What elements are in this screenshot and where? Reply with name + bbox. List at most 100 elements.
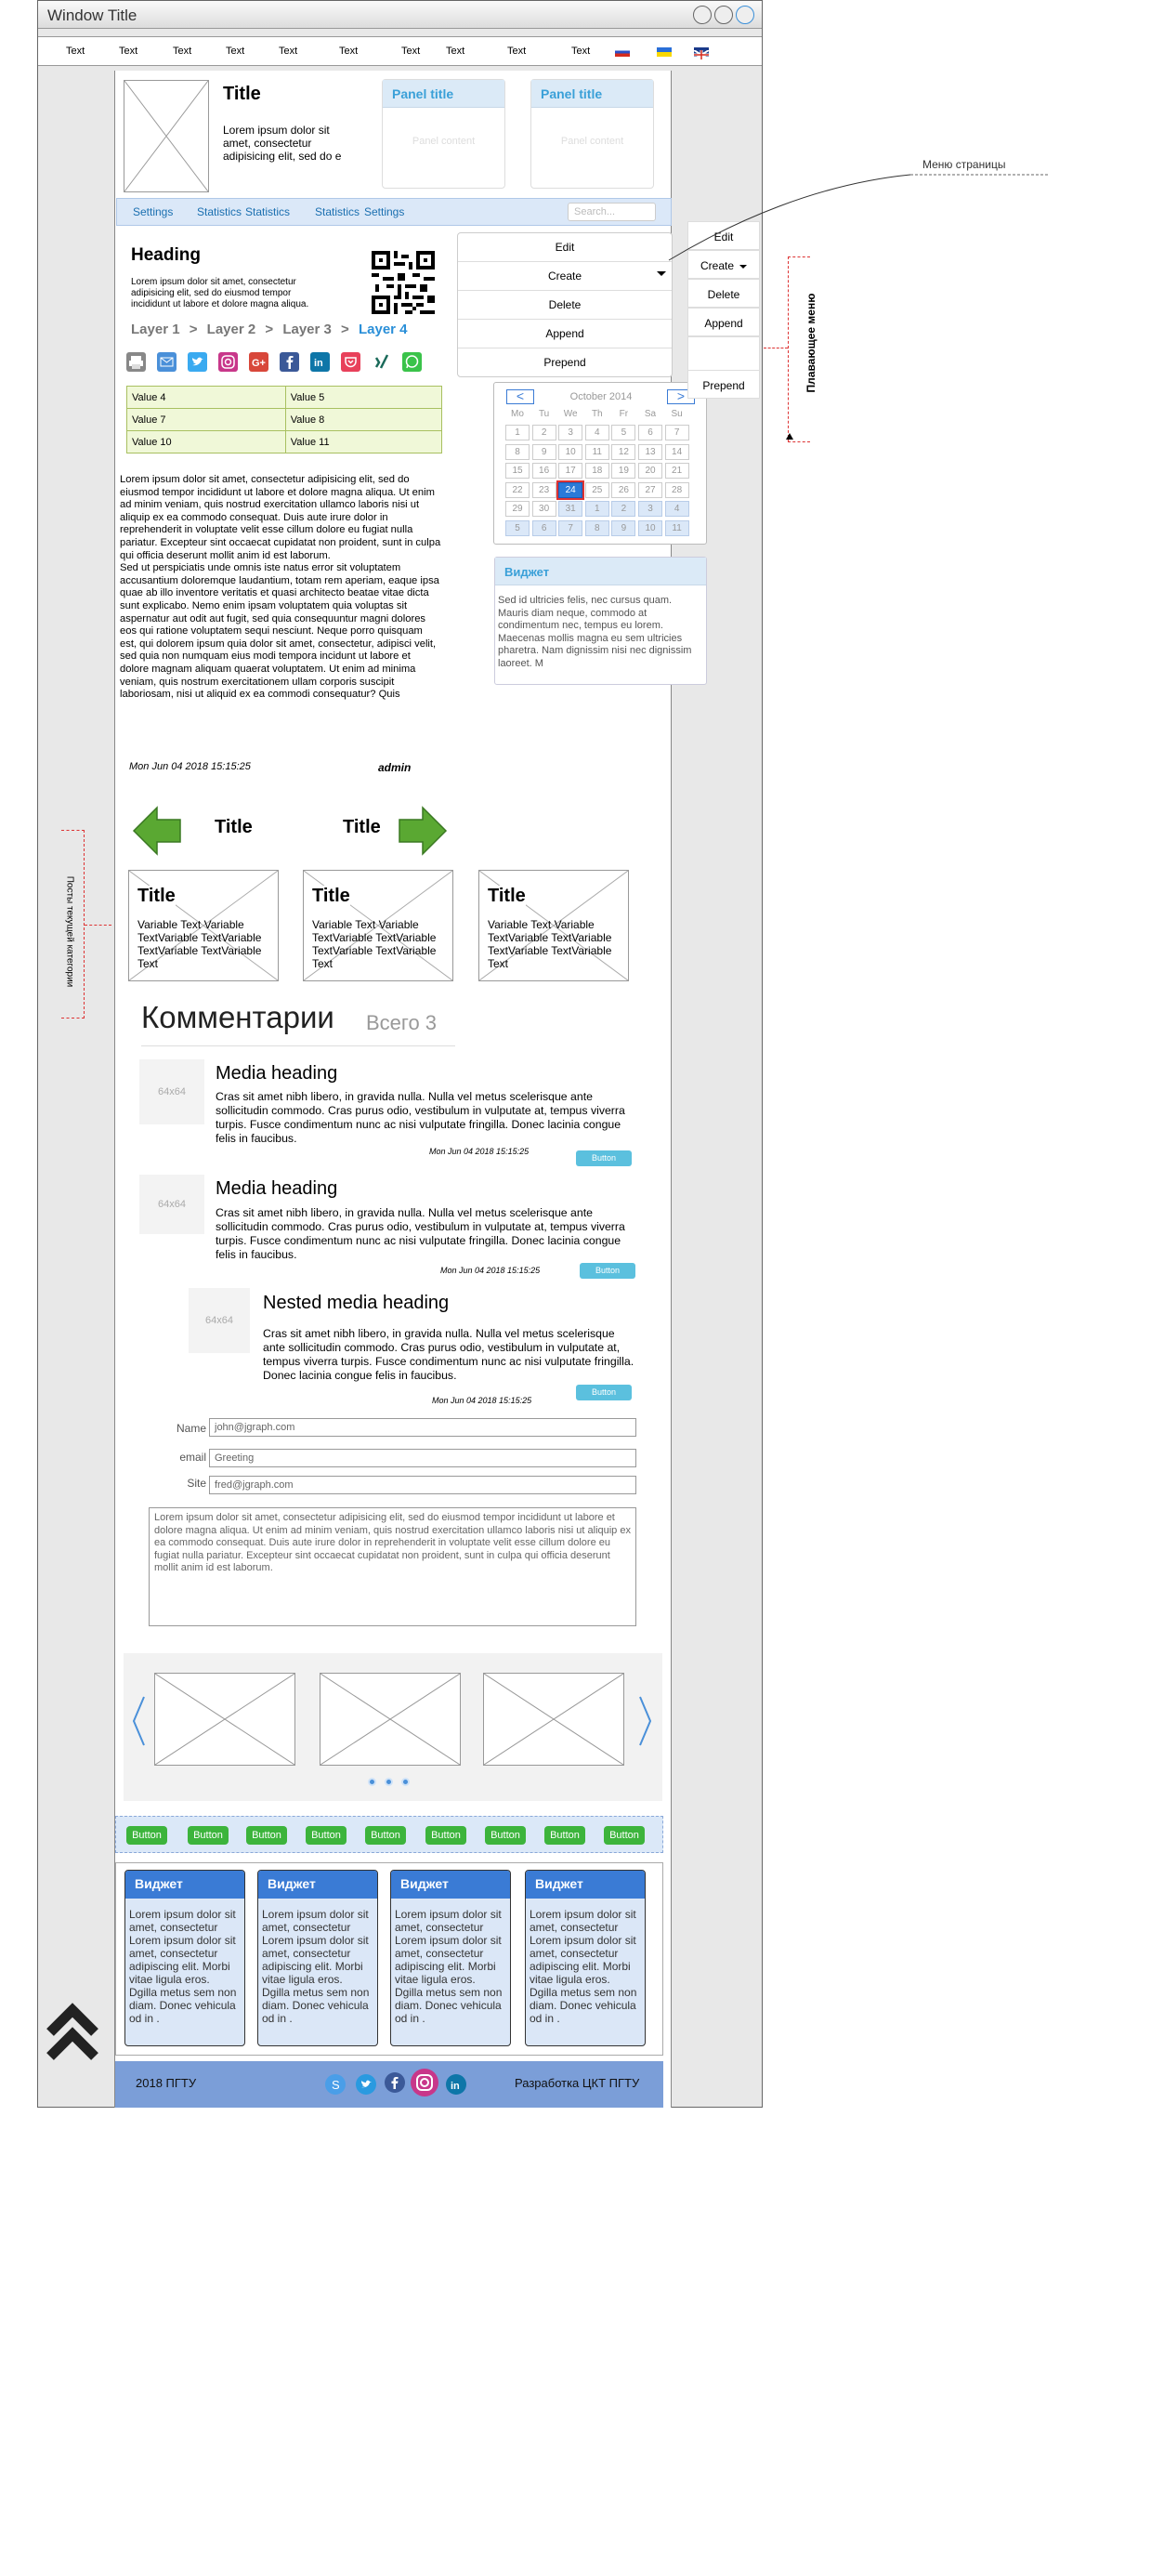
nav-item-statistics[interactable]: Statistics bbox=[197, 205, 242, 218]
article-author[interactable]: admin bbox=[378, 761, 411, 774]
calendar-day[interactable]: 29 bbox=[505, 501, 530, 517]
minimize-button[interactable] bbox=[693, 6, 712, 24]
post-card[interactable]: Title Variable Text Variable TextVariable… bbox=[478, 870, 629, 981]
menu-item[interactable]: Text bbox=[279, 46, 297, 57]
breadcrumb-item[interactable]: Layer 3 bbox=[282, 322, 332, 337]
linkedin-icon[interactable]: in bbox=[310, 352, 330, 372]
instagram-icon[interactable] bbox=[218, 352, 238, 372]
calendar-day[interactable]: 6 bbox=[531, 519, 556, 536]
calendar-day[interactable]: 23 bbox=[531, 481, 556, 498]
calendar-day[interactable]: 9 bbox=[611, 519, 636, 536]
comment-button[interactable]: Button bbox=[576, 1150, 632, 1166]
button[interactable]: Button bbox=[365, 1826, 406, 1845]
menu-item[interactable]: Text bbox=[119, 46, 137, 57]
menu-item[interactable]: Text bbox=[339, 46, 358, 57]
menu-item[interactable]: Text bbox=[226, 46, 244, 57]
calendar-day[interactable]: 2 bbox=[531, 425, 556, 440]
calendar-day[interactable]: 9 bbox=[531, 443, 556, 460]
google-plus-icon[interactable]: G+ bbox=[249, 352, 268, 372]
calendar-day[interactable]: 14 bbox=[664, 443, 689, 460]
xing-icon[interactable] bbox=[372, 352, 391, 372]
arrow-left-icon[interactable] bbox=[131, 805, 183, 857]
nav-item-settings[interactable]: Settings bbox=[133, 205, 173, 218]
floating-delete-button[interactable]: Delete bbox=[687, 279, 760, 308]
arrow-right-icon[interactable] bbox=[397, 805, 449, 857]
breadcrumb-item[interactable]: Layer 1 bbox=[131, 322, 180, 337]
maximize-button[interactable] bbox=[714, 6, 733, 24]
email-icon[interactable] bbox=[157, 352, 177, 372]
calendar-day[interactable]: 27 bbox=[638, 481, 662, 498]
name-field[interactable]: john@jgraph.com bbox=[209, 1418, 636, 1437]
calendar-day[interactable]: 4 bbox=[584, 425, 609, 440]
twitter-icon[interactable] bbox=[188, 352, 207, 372]
nav-item-statistics[interactable]: Statistics bbox=[315, 205, 360, 218]
calendar-day[interactable]: 19 bbox=[611, 463, 636, 479]
calendar-day[interactable]: 17 bbox=[558, 463, 583, 479]
calendar-day[interactable]: 10 bbox=[558, 443, 583, 460]
skype-icon[interactable]: S bbox=[325, 2074, 346, 2095]
whatsapp-icon[interactable] bbox=[402, 352, 422, 372]
calendar-day[interactable]: 28 bbox=[664, 481, 689, 498]
button[interactable]: Button bbox=[425, 1826, 466, 1845]
floating-append-button[interactable]: Append bbox=[687, 308, 760, 336]
carousel-prev-icon[interactable] bbox=[131, 1695, 146, 1747]
calendar-day[interactable]: 8 bbox=[584, 519, 609, 536]
carousel-dot[interactable] bbox=[385, 1778, 393, 1786]
pocket-icon[interactable] bbox=[341, 352, 360, 372]
create-dropdown[interactable]: Create bbox=[458, 262, 672, 291]
calendar-day[interactable]: 10 bbox=[638, 519, 662, 536]
facebook-icon[interactable] bbox=[385, 2072, 405, 2093]
calendar-day[interactable]: 1 bbox=[584, 501, 609, 517]
calendar-day[interactable]: 5 bbox=[611, 425, 636, 440]
calendar-day[interactable]: 11 bbox=[664, 519, 689, 536]
calendar-day[interactable]: 26 bbox=[611, 481, 636, 498]
instagram-icon[interactable] bbox=[411, 2069, 438, 2096]
append-button[interactable]: Append bbox=[458, 320, 672, 348]
delete-button[interactable]: Delete bbox=[458, 291, 672, 320]
calendar-day[interactable]: 6 bbox=[638, 425, 662, 440]
menu-item[interactable]: Text bbox=[507, 46, 526, 57]
calendar-day[interactable]: 22 bbox=[505, 481, 530, 498]
message-textarea[interactable]: Lorem ipsum dolor sit amet, consectetur … bbox=[149, 1507, 636, 1626]
calendar-day[interactable]: 18 bbox=[584, 463, 609, 479]
calendar-day[interactable]: 16 bbox=[531, 463, 556, 479]
twitter-icon[interactable] bbox=[356, 2074, 376, 2095]
button[interactable]: Button bbox=[188, 1826, 229, 1845]
print-icon[interactable] bbox=[126, 352, 146, 372]
calendar-day[interactable]: 30 bbox=[531, 501, 556, 517]
floating-prepend-button[interactable]: Prepend bbox=[687, 370, 760, 399]
linkedin-icon[interactable]: in bbox=[446, 2074, 466, 2095]
button[interactable]: Button bbox=[306, 1826, 347, 1845]
calendar-day[interactable]: 12 bbox=[611, 443, 636, 460]
nav-item-statistics[interactable]: Statistics bbox=[245, 205, 290, 218]
site-field[interactable]: fred@jgraph.com bbox=[209, 1476, 636, 1494]
comment-button[interactable]: Button bbox=[576, 1385, 632, 1400]
calendar-day[interactable]: 1 bbox=[505, 425, 530, 440]
flag-uk-icon[interactable] bbox=[693, 47, 710, 60]
carousel-next-icon[interactable] bbox=[638, 1695, 653, 1747]
carousel-dot[interactable] bbox=[368, 1778, 376, 1786]
calendar-day[interactable]: 8 bbox=[505, 443, 530, 460]
menu-item[interactable]: Text bbox=[401, 46, 420, 57]
calendar-day[interactable]: 13 bbox=[638, 443, 662, 460]
calendar-prev-button[interactable]: < bbox=[506, 389, 534, 404]
comment-button[interactable]: Button bbox=[580, 1263, 635, 1279]
button[interactable]: Button bbox=[246, 1826, 287, 1845]
calendar-day[interactable]: 7 bbox=[664, 425, 689, 440]
calendar-day[interactable]: 7 bbox=[558, 519, 583, 536]
button[interactable]: Button bbox=[604, 1826, 645, 1845]
calendar-day[interactable]: 3 bbox=[638, 501, 662, 517]
edit-button[interactable]: Edit bbox=[458, 233, 672, 262]
calendar-day[interactable]: 5 bbox=[505, 519, 530, 536]
email-field[interactable]: Greeting bbox=[209, 1449, 636, 1467]
button[interactable]: Button bbox=[485, 1826, 526, 1845]
button[interactable]: Button bbox=[544, 1826, 585, 1845]
prepend-button[interactable]: Prepend bbox=[458, 348, 672, 377]
calendar-day[interactable]: 3 bbox=[558, 425, 583, 440]
nav-item-settings[interactable]: Settings bbox=[364, 205, 404, 218]
calendar-day[interactable]: 2 bbox=[611, 501, 636, 517]
search-input[interactable]: Search... bbox=[568, 203, 656, 221]
menu-item[interactable]: Text bbox=[173, 46, 191, 57]
menu-item[interactable]: Text bbox=[571, 46, 590, 57]
scroll-to-top-icon[interactable] bbox=[46, 2003, 98, 2064]
